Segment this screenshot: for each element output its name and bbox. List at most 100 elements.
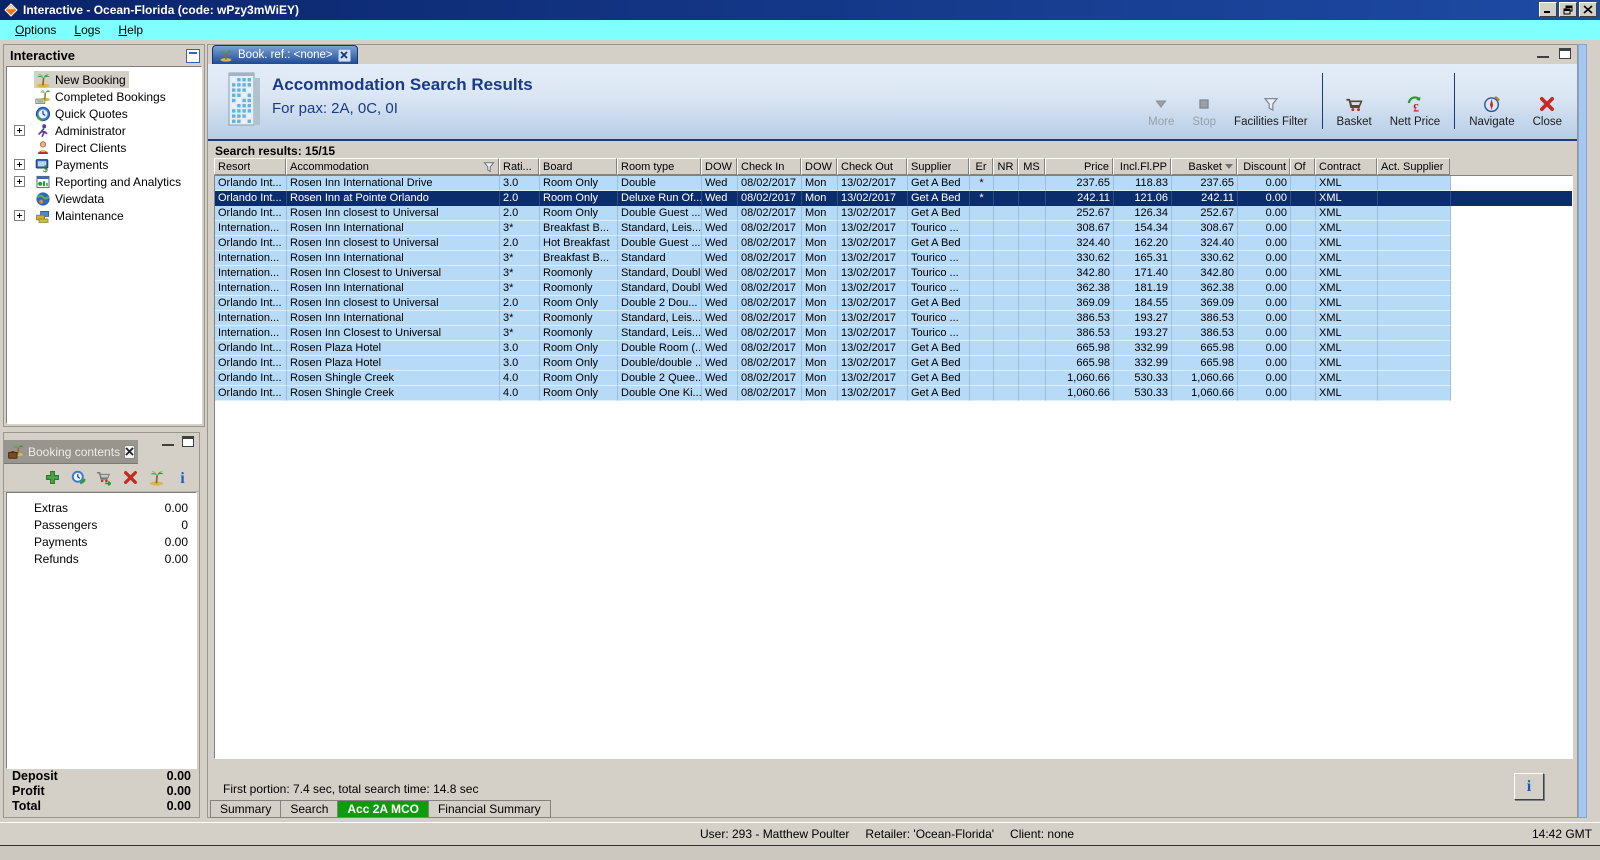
sidebar-item-viewdata[interactable]: Viewdata — [7, 190, 201, 207]
minimize-button[interactable] — [1539, 2, 1557, 17]
booking-contents-row-passengers[interactable]: Passengers 0 — [7, 516, 196, 533]
table-row[interactable]: Orlando Int... Rosen Plaza Hotel 3.0 Room O… — [215, 341, 1572, 356]
navigate-button[interactable]: Navigate — [1460, 69, 1523, 133]
column-header-incl_fl_pp[interactable]: Incl.Fl.PP — [1113, 158, 1171, 175]
sidebar-item-quick-quotes[interactable]: Quick Quotes — [7, 105, 201, 122]
column-header-check_out[interactable]: Check Out — [837, 158, 907, 175]
cell-ms — [1019, 386, 1046, 401]
add-icon[interactable] — [44, 469, 61, 486]
column-header-of[interactable]: Of — [1290, 158, 1315, 175]
expand-icon[interactable] — [14, 159, 25, 170]
column-header-contract[interactable]: Contract — [1315, 158, 1377, 175]
column-header-nr[interactable]: NR — [993, 158, 1018, 175]
cell-dow_out: Mon — [802, 326, 838, 341]
column-header-check_in[interactable]: Check In — [737, 158, 801, 175]
table-row[interactable]: Orlando Int... Rosen Inn closest to Unive… — [215, 236, 1572, 251]
table-row[interactable]: Orlando Int... Rosen Shingle Creek 4.0 Room… — [215, 371, 1572, 386]
table-row[interactable]: Orlando Int... Rosen Inn closest to Unive… — [215, 206, 1572, 221]
collapse-panel-button[interactable] — [186, 48, 200, 63]
info-icon[interactable]: i — [174, 469, 191, 486]
toolbar-button-label: Facilities Filter — [1234, 116, 1308, 128]
booking-contents-row-extras[interactable]: Extras 0.00 — [7, 499, 196, 516]
tab-search[interactable]: Search — [281, 800, 339, 818]
menu-help[interactable]: Help — [109, 21, 152, 39]
tab-acc-2a-mco[interactable]: Acc 2A MCO — [338, 800, 429, 818]
column-header-act_supplier[interactable]: Act. Supplier — [1377, 158, 1450, 175]
column-header-resort[interactable]: Resort — [214, 158, 286, 175]
sidebar-item-reporting-and-analytics[interactable]: Reporting and Analytics — [7, 173, 201, 190]
sidebar-item-maintenance[interactable]: Maintenance — [7, 207, 201, 224]
column-header-ms[interactable]: MS — [1018, 158, 1045, 175]
menu-logs[interactable]: Logs — [65, 21, 109, 39]
expand-icon[interactable] — [14, 210, 25, 221]
close-panel-icon[interactable] — [124, 444, 136, 459]
booking-contents-tab[interactable]: Booking contents — [4, 440, 138, 464]
panel-maximize-icon[interactable] — [182, 436, 194, 447]
sidebar-item-administrator[interactable]: Administrator — [7, 122, 201, 139]
basket-transfer-icon[interactable] — [96, 469, 113, 486]
sidebar-item-payments[interactable]: $ Payments — [7, 156, 201, 173]
column-header-board[interactable]: Board — [539, 158, 617, 175]
column-header-price[interactable]: Price — [1045, 158, 1113, 175]
cell-dow_in: Wed — [702, 191, 738, 206]
column-header-accommodation[interactable]: Accommodation — [286, 158, 499, 175]
app-icon — [3, 2, 19, 18]
cell-contract: XML — [1316, 371, 1378, 386]
booking-contents-row-payments[interactable]: Payments 0.00 — [7, 533, 196, 550]
booking-contents-row-refunds[interactable]: Refunds 0.00 — [7, 550, 196, 567]
booking-ref-tab[interactable]: Book. ref.: <none> — [212, 45, 358, 64]
column-header-dow_out[interactable]: DOW — [801, 158, 837, 175]
expand-icon[interactable] — [14, 176, 25, 187]
table-row[interactable]: Orlando Int... Rosen Inn closest to Unive… — [215, 296, 1572, 311]
cell-dow_out: Mon — [802, 386, 838, 401]
restore-button[interactable] — [1559, 2, 1577, 17]
close-tab-icon[interactable] — [337, 48, 351, 62]
table-row[interactable]: Internation... Rosen Inn International 3* B… — [215, 251, 1572, 266]
table-row[interactable]: Internation... Rosen Inn International 3* R… — [215, 281, 1572, 296]
cell-supplier: Get A Bed — [908, 176, 970, 191]
delete-icon[interactable] — [122, 469, 139, 486]
expand-icon[interactable] — [14, 125, 25, 136]
table-row[interactable]: Internation... Rosen Inn Closest to Unive… — [215, 326, 1572, 341]
column-header-discount[interactable]: Discount — [1237, 158, 1290, 175]
facilities-filter-button[interactable]: Facilities Filter — [1225, 69, 1316, 133]
table-row[interactable]: Orlando Int... Rosen Inn at Pointe Orland… — [215, 191, 1572, 206]
column-header-dow_in[interactable]: DOW — [701, 158, 737, 175]
cell-discount: 0.00 — [1238, 281, 1291, 296]
cell-of — [1291, 236, 1316, 251]
tab-summary[interactable]: Summary — [210, 800, 282, 818]
menu-options[interactable]: Options — [6, 21, 65, 39]
column-header-er[interactable]: Er — [969, 158, 993, 175]
info-button[interactable]: i — [1514, 773, 1544, 800]
cell-dow_in: Wed — [702, 311, 738, 326]
cell-er — [970, 281, 994, 296]
tab-financial-summary[interactable]: Financial Summary — [428, 800, 551, 818]
palm-tree-icon[interactable] — [148, 469, 165, 486]
table-row[interactable]: Orlando Int... Rosen Plaza Hotel 3.0 Room O… — [215, 356, 1572, 371]
column-header-rating[interactable]: Rati... — [499, 158, 539, 175]
cell-ms — [1019, 356, 1046, 371]
column-header-basket[interactable]: Basket — [1171, 158, 1237, 175]
table-row[interactable]: Internation... Rosen Inn Closest to Unive… — [215, 266, 1572, 281]
sidebar-item-new-booking[interactable]: New Booking — [7, 71, 201, 88]
mdi-minimize-icon[interactable] — [1537, 48, 1549, 58]
panel-minimize-icon[interactable] — [162, 436, 174, 446]
table-row[interactable]: Orlando Int... Rosen Inn International Dr… — [215, 176, 1572, 191]
table-row[interactable]: Internation... Rosen Inn International 3* B… — [215, 221, 1572, 236]
column-header-supplier[interactable]: Supplier — [907, 158, 969, 175]
table-row[interactable]: Orlando Int... Rosen Shingle Creek 4.0 Room… — [215, 386, 1572, 401]
refresh-clock-icon[interactable] — [70, 469, 87, 486]
cell-act_supplier — [1378, 371, 1451, 386]
column-header-room_type[interactable]: Room type — [617, 158, 701, 175]
basket-button[interactable]: Basket — [1328, 69, 1381, 133]
cell-supplier: Get A Bed — [908, 191, 970, 206]
cell-ms — [1019, 296, 1046, 311]
sidebar-item-completed-bookings[interactable]: Completed Bookings — [7, 88, 201, 105]
cell-accommodation: Rosen Inn closest to Universal — [287, 296, 500, 311]
close-window-button[interactable] — [1579, 2, 1597, 17]
nett-price-button[interactable]: £ Nett Price — [1381, 69, 1450, 133]
table-row[interactable]: Internation... Rosen Inn International 3* R… — [215, 311, 1572, 326]
close-button[interactable]: Close — [1524, 69, 1571, 133]
mdi-maximize-icon[interactable] — [1559, 48, 1571, 59]
sidebar-item-direct-clients[interactable]: Direct Clients — [7, 139, 201, 156]
